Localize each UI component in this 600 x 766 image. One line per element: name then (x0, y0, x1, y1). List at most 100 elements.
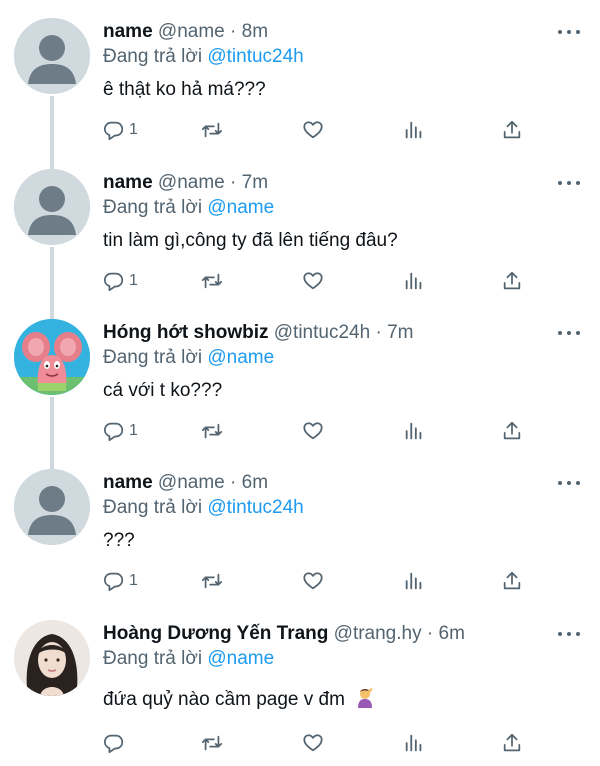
retweet-button[interactable] (201, 418, 223, 444)
replying-to: Đang trả lời @tintuc24h (103, 45, 304, 69)
reply-button[interactable]: 1 (103, 268, 138, 294)
tweet[interactable]: name @name · 6m Đang trả lời @tintuc24h … (0, 451, 600, 601)
action-bar (103, 730, 543, 756)
replying-prefix: Đang trả lời (103, 46, 203, 67)
tweet[interactable]: name @name · 7m Đang trả lời @name tin l… (0, 151, 600, 323)
tweet-text: đứa quỷ nào cầm page v đm (103, 689, 345, 710)
display-name[interactable]: Hóng hớt showbiz (103, 322, 268, 343)
replying-mention[interactable]: @name (207, 648, 274, 669)
display-name[interactable]: name (103, 472, 153, 493)
reply-button[interactable]: 1 (103, 117, 138, 143)
tweet[interactable]: Hóng hớt showbiz @tintuc24h · 7m Đang tr… (0, 301, 600, 473)
views-icon (405, 422, 422, 440)
reply-icon (103, 121, 124, 141)
views-button[interactable] (403, 418, 425, 444)
reply-button[interactable]: 1 (103, 418, 138, 444)
replying-prefix: Đang trả lời (103, 648, 203, 669)
share-button[interactable] (501, 418, 523, 444)
share-button[interactable] (501, 117, 523, 143)
more-icon[interactable] (558, 475, 580, 491)
avatar[interactable] (14, 169, 90, 245)
more-icon[interactable] (558, 175, 580, 191)
views-button[interactable] (403, 117, 425, 143)
avatar[interactable] (14, 469, 90, 545)
like-icon (303, 734, 323, 752)
tweet-text-wrapper: đứa quỷ nào cầm page v đm (103, 686, 376, 713)
like-button[interactable] (302, 418, 324, 444)
retweet-button[interactable] (201, 730, 223, 756)
share-button[interactable] (501, 730, 523, 756)
reply-icon (103, 734, 124, 754)
user-handle[interactable]: @name (158, 172, 225, 193)
reply-icon (103, 422, 124, 442)
views-button[interactable] (403, 568, 425, 594)
facepalm-emoji-icon (358, 688, 374, 708)
reply-button[interactable] (103, 730, 129, 756)
tweet-text: ê thật ko hả má??? (103, 79, 266, 100)
avatar[interactable] (14, 18, 90, 94)
like-icon (303, 422, 323, 440)
timestamp[interactable]: 8m (242, 21, 268, 42)
reply-count: 1 (129, 272, 138, 289)
replying-to: Đang trả lời @name (103, 196, 274, 220)
replying-mention[interactable]: @tintuc24h (207, 46, 303, 67)
retweet-button[interactable] (201, 117, 223, 143)
timestamp[interactable]: 6m (242, 472, 268, 493)
avatar[interactable] (14, 319, 90, 395)
views-button[interactable] (403, 268, 425, 294)
views-icon (405, 572, 422, 590)
user-handle[interactable]: @tintuc24h (274, 322, 370, 343)
retweet-icon (201, 273, 223, 289)
tweet-header: Hoàng Dương Yến Trang @trang.hy · 6m (103, 622, 465, 646)
more-icon[interactable] (558, 626, 580, 642)
separator-dot: · (230, 21, 237, 42)
reply-button[interactable]: 1 (103, 568, 138, 594)
share-icon (503, 271, 521, 290)
user-handle[interactable]: @name (158, 472, 225, 493)
retweet-icon (201, 122, 223, 138)
user-handle[interactable]: @trang.hy (334, 623, 422, 644)
replying-mention[interactable]: @name (207, 347, 274, 368)
tweet[interactable]: name @name · 8m Đang trả lời @tintuc24h … (0, 0, 600, 172)
views-icon (405, 272, 422, 290)
views-button[interactable] (403, 730, 425, 756)
tweet-text: ??? (103, 530, 135, 551)
timestamp[interactable]: 7m (387, 322, 413, 343)
like-button[interactable] (302, 268, 324, 294)
replying-prefix: Đang trả lời (103, 197, 203, 218)
like-icon (303, 272, 323, 290)
separator-dot: · (230, 472, 237, 493)
share-icon (503, 120, 521, 139)
reply-count: 1 (129, 121, 138, 138)
like-button[interactable] (302, 730, 324, 756)
more-icon[interactable] (558, 325, 580, 341)
replying-mention[interactable]: @tintuc24h (207, 497, 303, 518)
more-icon[interactable] (558, 24, 580, 40)
share-button[interactable] (501, 568, 523, 594)
retweet-icon (201, 423, 223, 439)
like-icon (303, 572, 323, 590)
like-button[interactable] (302, 568, 324, 594)
like-icon (303, 121, 323, 139)
display-name[interactable]: Hoàng Dương Yến Trang (103, 623, 328, 644)
replying-prefix: Đang trả lời (103, 497, 203, 518)
timestamp[interactable]: 7m (242, 172, 268, 193)
default-avatar-icon (14, 169, 90, 245)
replying-mention[interactable]: @name (207, 197, 274, 218)
like-button[interactable] (302, 117, 324, 143)
views-icon (405, 121, 422, 139)
user-handle[interactable]: @name (158, 21, 225, 42)
timestamp[interactable]: 6m (439, 623, 465, 644)
display-name[interactable]: name (103, 21, 153, 42)
retweet-button[interactable] (201, 568, 223, 594)
action-bar: 1 (103, 117, 543, 143)
action-bar: 1 (103, 568, 543, 594)
tweet-header: name @name · 8m (103, 20, 268, 44)
retweet-button[interactable] (201, 268, 223, 294)
share-button[interactable] (501, 268, 523, 294)
reply-icon (103, 572, 124, 592)
avatar[interactable] (14, 620, 90, 696)
display-name[interactable]: name (103, 172, 153, 193)
tweet-header: Hóng hớt showbiz @tintuc24h · 7m (103, 321, 413, 345)
tweet[interactable]: Hoàng Dương Yến Trang @trang.hy · 6m Đan… (0, 602, 600, 766)
